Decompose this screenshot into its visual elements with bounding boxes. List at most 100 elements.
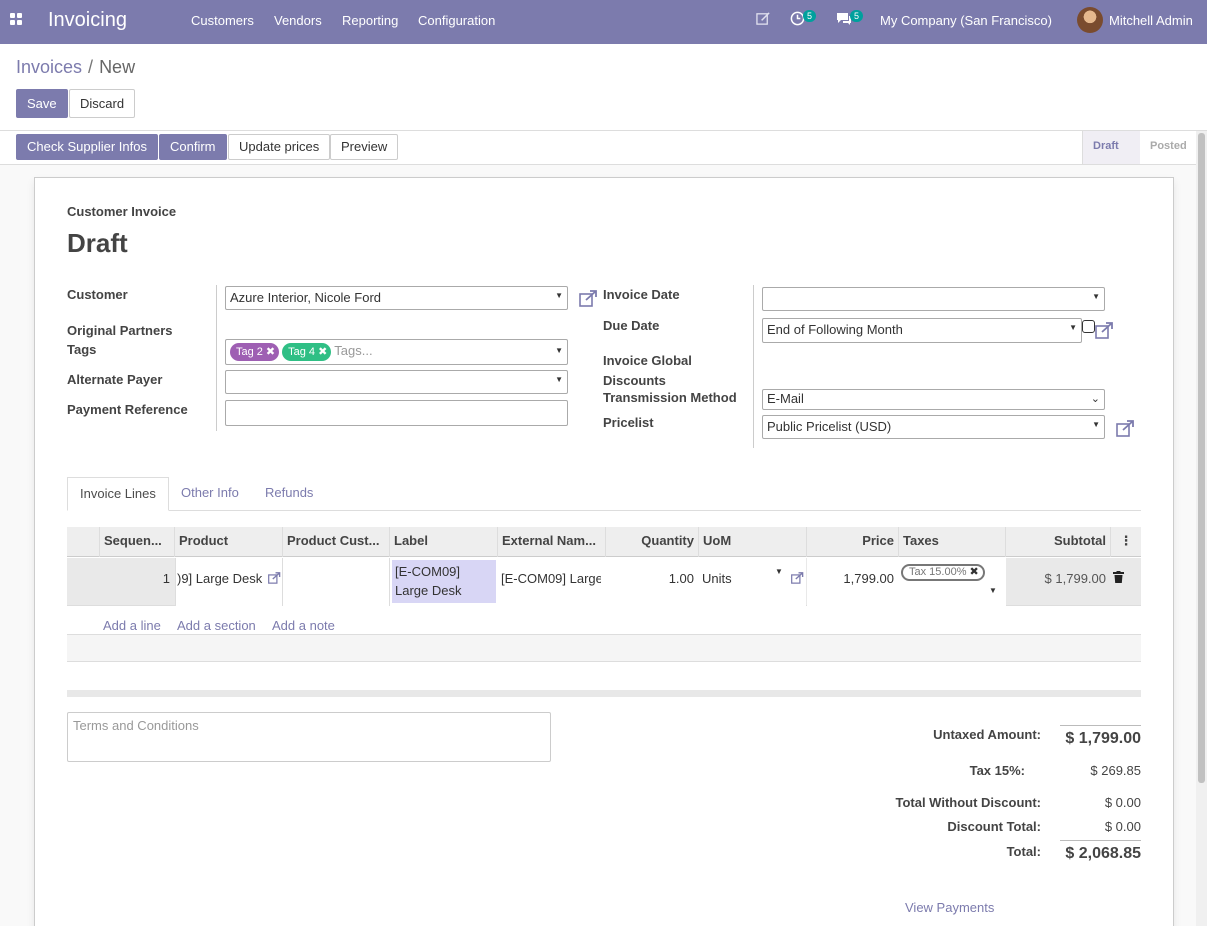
- discount-total-label: Discount Total:: [947, 819, 1041, 834]
- column-taxes[interactable]: Taxes: [899, 527, 1006, 557]
- optional-columns-icon[interactable]: ⋮: [1111, 527, 1141, 557]
- column-sequence[interactable]: Sequen...: [100, 527, 175, 557]
- taxes-dropdown-icon[interactable]: ▼: [989, 586, 997, 595]
- preview-button[interactable]: Preview: [330, 134, 399, 160]
- uom-dropdown-icon[interactable]: ▼: [775, 567, 783, 576]
- add-line-link[interactable]: Add a line: [103, 618, 161, 633]
- pricelist-field[interactable]: Public Pricelist (USD) ▼: [762, 415, 1105, 439]
- tab-refunds[interactable]: Refunds: [253, 477, 325, 511]
- apps-menu-icon[interactable]: [10, 13, 22, 25]
- alternate-payer-field[interactable]: ▼: [225, 370, 568, 394]
- menu-vendors[interactable]: Vendors: [274, 13, 322, 28]
- page-scrollbar[interactable]: [1196, 131, 1207, 926]
- invoice-form-sheet: Customer Invoice Draft Customer Original…: [34, 177, 1174, 926]
- invoice-date-dropdown-icon[interactable]: ▼: [1092, 292, 1100, 301]
- left-group-divider: [216, 285, 217, 431]
- column-external-name[interactable]: External Nam...: [498, 527, 606, 557]
- column-label[interactable]: Label: [390, 527, 498, 557]
- breadcrumb: Invoices / New: [16, 57, 136, 77]
- tax-value: $ 269.85: [1090, 763, 1141, 778]
- price-input[interactable]: 1,799.00: [807, 571, 894, 586]
- payment-reference-input[interactable]: [225, 400, 568, 426]
- remove-tax-icon[interactable]: ✖: [970, 566, 979, 578]
- quantity-input[interactable]: 1.00: [606, 571, 694, 586]
- tab-invoice-lines[interactable]: Invoice Lines: [67, 477, 169, 511]
- column-uom[interactable]: UoM: [699, 527, 807, 557]
- column-subtotal[interactable]: Subtotal: [1006, 527, 1111, 557]
- due-date-field[interactable]: End of Following Month ▼: [762, 318, 1082, 343]
- column-quantity[interactable]: Quantity: [606, 527, 699, 557]
- add-note-link[interactable]: Add a note: [272, 618, 335, 633]
- row-sequence: 1: [162, 571, 170, 586]
- transmission-method-label: Transmission Method: [603, 390, 737, 405]
- stage-posted[interactable]: Posted: [1140, 131, 1197, 164]
- external-name-input[interactable]: [E-COM09] Large: [501, 571, 601, 586]
- delete-row-trash-icon[interactable]: [1113, 571, 1124, 583]
- global-discounts-label: Invoice Global Discounts: [603, 353, 692, 388]
- partner-tags-field[interactable]: Tag 2 ✖ Tag 4 ✖ Tags... ▼: [225, 339, 568, 365]
- form-statusbar: Check Supplier Infos Confirm Update pric…: [0, 131, 1207, 165]
- pricelist-dropdown-icon[interactable]: ▼: [1092, 420, 1100, 429]
- check-supplier-infos-button[interactable]: Check Supplier Infos: [16, 134, 158, 160]
- tax-chip: Tax 15.00% ✖: [901, 564, 985, 581]
- menu-reporting[interactable]: Reporting: [342, 13, 398, 28]
- product-input[interactable]: )9] Large Desk: [177, 571, 263, 586]
- menu-configuration[interactable]: Configuration: [418, 13, 495, 28]
- transmission-method-select[interactable]: E-Mail ⌄: [762, 389, 1105, 410]
- alternate-payer-dropdown-icon[interactable]: ▼: [555, 375, 563, 384]
- customer-field[interactable]: Azure Interior, Nicole Ford ▼: [225, 286, 568, 310]
- document-type: Customer Invoice: [67, 204, 177, 219]
- column-price[interactable]: Price: [807, 527, 899, 557]
- view-payments-link[interactable]: View Payments: [905, 900, 994, 915]
- label-textarea[interactable]: [E-COM09] Large Desk: [392, 560, 496, 603]
- tags-input[interactable]: Tags...: [334, 343, 372, 358]
- app-name[interactable]: Invoicing: [48, 9, 127, 32]
- discard-button[interactable]: Discard: [69, 89, 136, 118]
- row-subtotal: $ 1,799.00: [1044, 571, 1106, 586]
- tag-chip: Tag 4 ✖: [282, 343, 332, 361]
- invoice-title: Draft: [67, 228, 128, 258]
- edit-note-icon[interactable]: [756, 11, 771, 26]
- add-section-link[interactable]: Add a section: [177, 618, 256, 633]
- save-button[interactable]: Save: [16, 89, 68, 118]
- column-product[interactable]: Product: [175, 527, 283, 557]
- customer-dropdown-icon[interactable]: ▼: [555, 291, 563, 300]
- product-external-link-icon[interactable]: [268, 572, 281, 584]
- due-date-label: Due Date: [603, 318, 660, 333]
- scrollbar-thumb[interactable]: [1198, 133, 1205, 783]
- user-menu[interactable]: Mitchell Admin: [1109, 13, 1193, 28]
- due-date-external-link-icon[interactable]: [1095, 322, 1114, 339]
- invoice-date-label: Invoice Date: [603, 287, 680, 302]
- menu-customers[interactable]: Customers: [191, 13, 254, 28]
- top-navbar: Invoicing Customers Vendors Reporting Co…: [0, 0, 1207, 44]
- column-product-customer[interactable]: Product Cust...: [283, 527, 390, 557]
- due-date-checkbox[interactable]: [1082, 320, 1095, 333]
- due-date-dropdown-icon[interactable]: ▼: [1069, 323, 1077, 332]
- uom-external-link-icon[interactable]: [791, 572, 804, 584]
- customer-label: Customer: [67, 287, 128, 302]
- invoice-date-field[interactable]: ▼: [762, 287, 1105, 311]
- product-customer-cell[interactable]: [283, 558, 390, 606]
- stage-draft[interactable]: Draft: [1082, 131, 1140, 164]
- tags-dropdown-icon[interactable]: ▼: [555, 346, 563, 355]
- customer-external-link-icon[interactable]: [579, 290, 598, 307]
- alternate-payer-label: Alternate Payer: [67, 372, 163, 387]
- update-prices-button[interactable]: Update prices: [228, 134, 331, 160]
- breadcrumb-invoices[interactable]: Invoices: [16, 57, 82, 77]
- terms-and-conditions-input[interactable]: Terms and Conditions: [67, 712, 551, 762]
- transmission-method-chevron-icon[interactable]: ⌄: [1091, 392, 1100, 405]
- uom-input[interactable]: Units: [702, 571, 732, 586]
- pricelist-external-link-icon[interactable]: [1116, 420, 1135, 437]
- confirm-button[interactable]: Confirm: [159, 134, 227, 160]
- untaxed-amount-value: $ 1,799.00: [1060, 725, 1141, 748]
- activity-badge: 5: [803, 10, 817, 22]
- remove-tag-icon[interactable]: ✖: [266, 346, 275, 358]
- company-switcher[interactable]: My Company (San Francisco): [880, 13, 1052, 28]
- remove-tag-icon[interactable]: ✖: [318, 346, 327, 358]
- table-footer: [67, 635, 1141, 662]
- tag-chip: Tag 2 ✖: [230, 343, 280, 361]
- user-avatar[interactable]: [1077, 7, 1103, 33]
- untaxed-amount-label: Untaxed Amount:: [933, 727, 1041, 742]
- tab-other-info[interactable]: Other Info: [169, 477, 251, 511]
- pricelist-label: Pricelist: [603, 415, 654, 430]
